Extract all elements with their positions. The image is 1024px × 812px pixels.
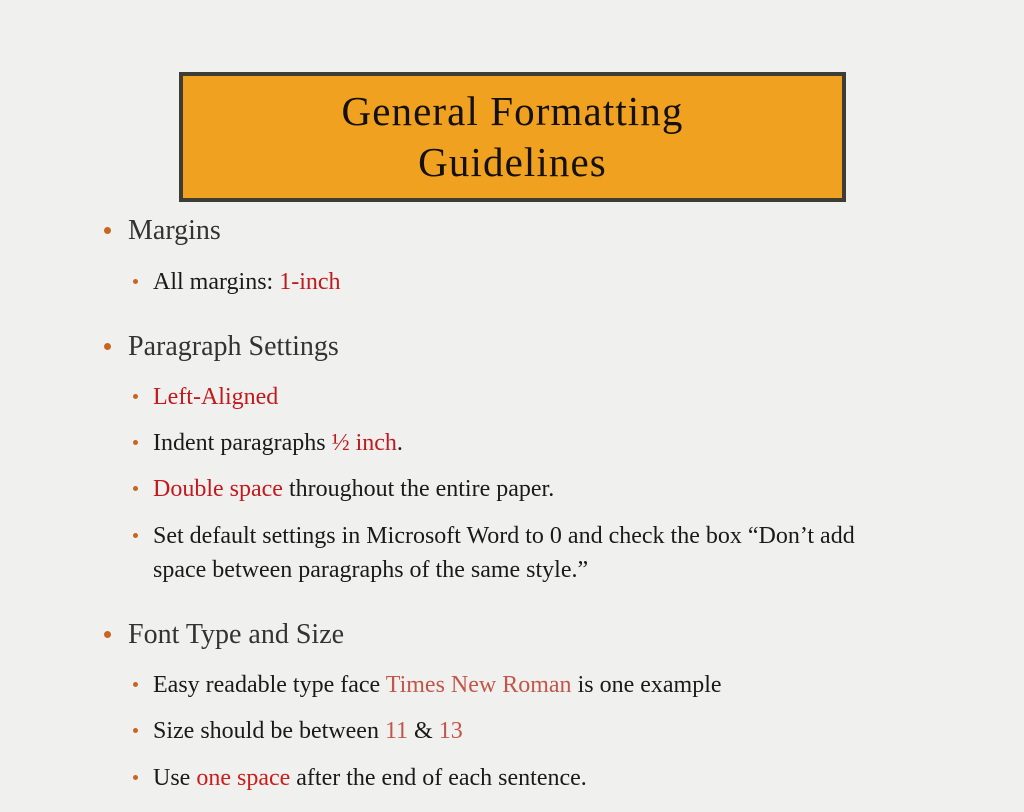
outline-heading-label: Margins <box>128 215 221 246</box>
text-run: Size should be between <box>153 718 385 745</box>
outline-item-text: Left-Aligned <box>153 380 278 414</box>
text-run: Indent paragraphs <box>153 430 332 457</box>
bullet-dot-icon <box>133 774 138 780</box>
outline-item-text: Double space throughout the entire paper… <box>153 472 554 506</box>
outline-item-text: Use one space after the end of each sent… <box>153 761 587 795</box>
text-run: ½ inch <box>331 430 397 457</box>
bullet-dot-icon <box>104 227 111 234</box>
text-run: Easy readable type face <box>153 672 386 699</box>
outline-heading-2: Font Type and Size <box>0 616 1024 655</box>
text-run: Times New Roman <box>385 672 572 699</box>
outline-item: Double space throughout the entire paper… <box>0 472 1024 506</box>
text-run: & <box>408 718 439 745</box>
bullet-dot-icon <box>133 532 138 538</box>
outline-item-text: Size should be between 11 & 13 <box>153 714 463 748</box>
outline-item: All margins: 1-inch <box>0 265 1024 299</box>
text-run: after the end of each sentence. <box>290 764 587 791</box>
text-run: 1-inch <box>279 268 341 295</box>
text-run: Use <box>153 764 197 791</box>
bullet-dot-icon <box>133 486 138 492</box>
outline-item: Left-Aligned <box>0 380 1024 414</box>
slide-body-outline: Margins All margins: 1-inch Paragraph Sett… <box>0 212 1024 812</box>
text-run: All margins: <box>153 268 280 295</box>
outline-item-text: Indent paragraphs ½ inch. <box>153 426 403 460</box>
text-run: Set default settings in Microsoft Word t… <box>153 522 855 583</box>
bullet-dot-icon <box>133 394 138 400</box>
bullet-dot-icon <box>104 630 111 638</box>
bullet-dot-icon <box>104 342 111 350</box>
outline-item: Indent paragraphs ½ inch. <box>0 426 1024 460</box>
text-run: Double space <box>153 476 283 503</box>
text-run: 13 <box>438 718 463 745</box>
text-run: throughout the entire paper. <box>282 476 555 503</box>
bullet-dot-icon <box>133 440 138 446</box>
slide-title-box: General Formatting Guidelines <box>179 72 846 202</box>
text-run: Left-Aligned <box>153 384 279 411</box>
text-run: . <box>396 430 403 457</box>
bullet-dot-icon <box>133 728 138 734</box>
text-run: one space <box>196 764 291 791</box>
outline-item: Easy readable type face Times New Roman … <box>0 668 1024 702</box>
slide-title: General Formatting Guidelines <box>341 87 684 185</box>
outline-heading-label: Paragraph Settings <box>128 330 339 362</box>
outline-heading-label: Font Type and Size <box>128 618 345 650</box>
outline-heading-0: Margins <box>0 212 1024 251</box>
outline-item: Size should be between 11 & 13 <box>0 714 1024 748</box>
text-run: is one example <box>571 672 722 699</box>
outline-item-text: Set default settings in Microsoft Word t… <box>153 519 873 587</box>
bullet-dot-icon <box>133 682 138 688</box>
outline-item-text: All margins: 1-inch <box>153 265 341 299</box>
outline-item: Use one space after the end of each sent… <box>0 761 1024 795</box>
bullet-dot-icon <box>133 278 138 284</box>
text-run: 11 <box>384 718 409 745</box>
outline-heading-1: Paragraph Settings <box>0 328 1024 367</box>
outline-item-text: Easy readable type face Times New Roman … <box>153 668 722 702</box>
outline-item: Set default settings in Microsoft Word t… <box>0 519 1024 587</box>
